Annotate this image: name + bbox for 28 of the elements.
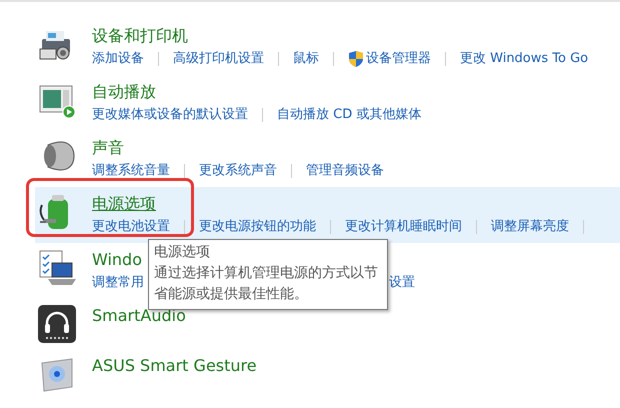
task-link[interactable]: 调整屏幕亮度 xyxy=(491,217,569,237)
task-link[interactable]: 设置 xyxy=(389,273,415,293)
category-link[interactable]: 电源选项 xyxy=(92,193,156,215)
category-link[interactable]: 设备和打印机 xyxy=(92,25,188,47)
task-link[interactable]: 管理音频设备 xyxy=(306,161,384,181)
task-link[interactable]: 调整常用 xyxy=(92,273,144,293)
category-link[interactable]: SmartAudio xyxy=(92,305,186,327)
tooltip-title: 电源选项 xyxy=(154,243,211,262)
laptop-checklist-icon[interactable] xyxy=(38,249,76,287)
shield-icon xyxy=(348,50,364,68)
category-link[interactable]: 声音 xyxy=(92,137,124,159)
task-link[interactable]: 更改系统声音 xyxy=(199,161,277,181)
headphones-icon[interactable] xyxy=(38,305,76,343)
task-link[interactable]: 高级打印机设置 xyxy=(173,49,264,69)
category-link[interactable]: Windo xyxy=(92,249,142,271)
category-link[interactable]: ASUS Smart Gesture xyxy=(92,355,257,377)
task-link[interactable]: 更改 Windows To Go xyxy=(460,49,588,69)
task-link[interactable]: 设备管理器 xyxy=(348,49,431,69)
task-link[interactable]: 更改电池设置 xyxy=(92,217,170,237)
task-link[interactable]: 更改电源按钮的功能 xyxy=(199,217,316,237)
task-link[interactable]: 鼠标 xyxy=(293,49,319,69)
category-link[interactable]: 自动播放 xyxy=(92,81,156,103)
task-link[interactable]: 更改计算机睡眠时间 xyxy=(345,217,462,237)
task-link[interactable]: 调整系统音量 xyxy=(92,161,170,181)
task-link[interactable]: 更改媒体或设备的默认设置 xyxy=(92,105,248,125)
tooltip-text: 通过选择计算机管理电源的方式以节省能源或提供最佳性能。 xyxy=(154,264,379,304)
task-link[interactable]: 添加设备 xyxy=(92,49,144,69)
task-link[interactable]: 自动播放 CD 或其他媒体 xyxy=(277,105,422,125)
